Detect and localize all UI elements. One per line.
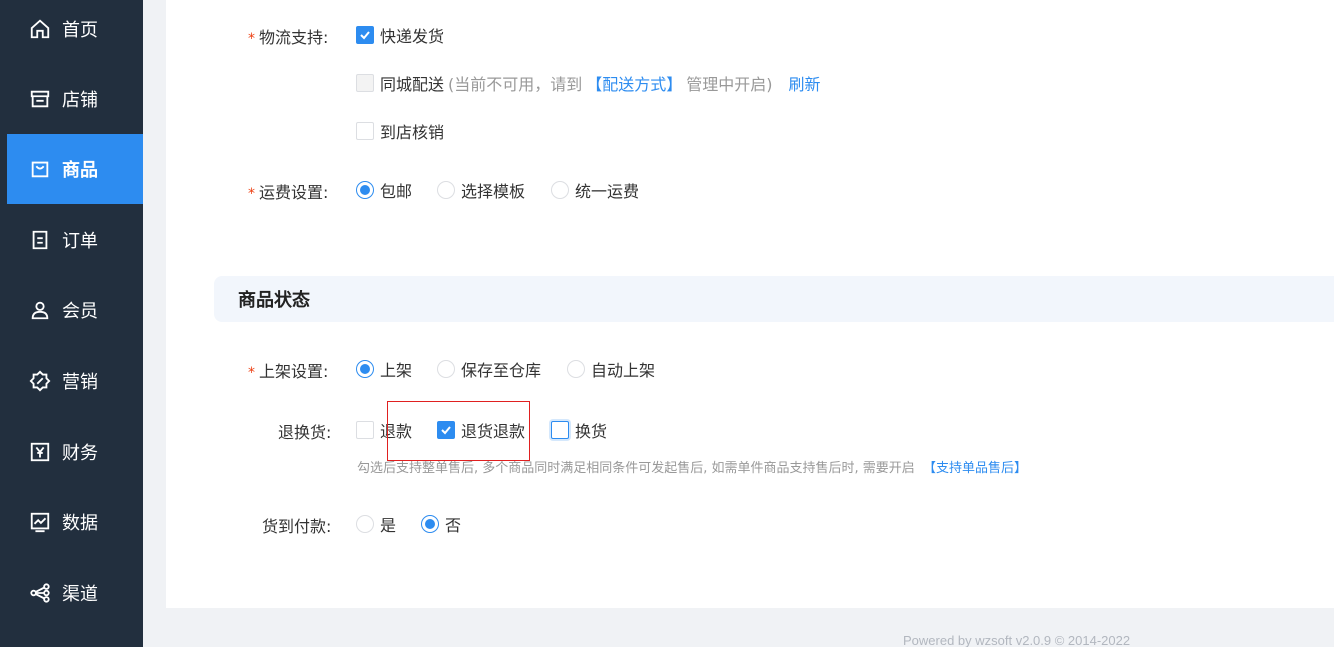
- listing-online-radio[interactable]: 上架: [356, 358, 412, 380]
- cod-no-radio[interactable]: 否: [421, 513, 461, 535]
- refund-checkbox[interactable]: 退款: [356, 419, 412, 441]
- shopping-bag-icon: [28, 157, 52, 181]
- sidebar-item-label: 商品: [62, 160, 98, 181]
- radio-checked-icon: [356, 181, 374, 199]
- sidebar-item-data[interactable]: 数据: [7, 487, 143, 557]
- sidebar-item-label: 订单: [62, 231, 98, 252]
- sidebar-item-members[interactable]: 会员: [7, 275, 143, 345]
- listing-auto-radio[interactable]: 自动上架: [567, 358, 655, 380]
- store-pickup-checkbox[interactable]: 到店核销: [356, 120, 444, 142]
- home-icon: [28, 17, 52, 41]
- store-icon: [28, 87, 52, 111]
- checkbox-checked-icon: [437, 421, 455, 439]
- sidebar-item-label: 渠道: [62, 584, 98, 605]
- radio-checked-icon: [356, 360, 374, 378]
- city-delivery-note-suffix: 管理中开启): [686, 75, 773, 94]
- returns-label: 退换货:: [278, 423, 332, 442]
- sidebar-item-products[interactable]: 商品: [7, 134, 143, 204]
- refresh-link[interactable]: 刷新: [789, 71, 821, 95]
- radio-unchecked-icon: [551, 181, 569, 199]
- listing-label: * 上架设置:: [248, 362, 329, 381]
- sidebar-item-label: 营销: [62, 372, 98, 393]
- sidebar-item-store[interactable]: 店铺: [7, 64, 143, 134]
- sidebar-item-label: 会员: [62, 301, 98, 322]
- sidebar-item-marketing[interactable]: 营销: [7, 346, 143, 416]
- shipping-free-radio[interactable]: 包邮: [356, 179, 412, 201]
- city-delivery-checkbox[interactable]: 同城配送 (当前不可用，请到 【配送方式】 管理中开启) 刷新: [356, 72, 821, 94]
- single-item-aftersale-link[interactable]: 【支持单品售后】: [923, 461, 1027, 476]
- cod-yes-radio[interactable]: 是: [356, 513, 396, 535]
- radio-checked-icon: [421, 515, 439, 533]
- user-icon: [28, 298, 52, 322]
- checkbox-unchecked-icon: [356, 122, 374, 140]
- shipping-label: * 运费设置:: [248, 183, 329, 202]
- sidebar-item-label: 财务: [62, 443, 98, 464]
- sidebar: 首页 店铺 商品 订单 会员 营销 财务 数据 渠道: [0, 0, 143, 647]
- exchange-checkbox[interactable]: 换货: [551, 419, 607, 441]
- marketing-icon: [28, 369, 52, 393]
- returns-hint: 勾选后支持整单售后, 多个商品同时满足相同条件可发起售后, 如需单件商品支持售后…: [357, 461, 1027, 476]
- yen-icon: [28, 440, 52, 464]
- delivery-method-link[interactable]: 【配送方式】: [586, 71, 682, 95]
- sidebar-item-label: 首页: [62, 20, 98, 41]
- radio-unchecked-icon: [356, 515, 374, 533]
- shipping-flat-radio[interactable]: 统一运费: [551, 179, 639, 201]
- return-refund-checkbox[interactable]: 退货退款: [437, 419, 525, 441]
- radio-unchecked-icon: [437, 181, 455, 199]
- radio-unchecked-icon: [567, 360, 585, 378]
- footer-copyright: Powered by wzsoft v2.0.9 © 2014-2022: [903, 633, 1131, 647]
- sidebar-item-finance[interactable]: 财务: [7, 417, 143, 487]
- listing-warehouse-radio[interactable]: 保存至仓库: [437, 358, 541, 380]
- chart-icon: [28, 510, 52, 534]
- cod-label: 货到付款:: [262, 517, 332, 536]
- checkbox-unchecked-icon: [551, 421, 569, 439]
- section-header-product-status: 商品状态: [214, 276, 1334, 322]
- radio-unchecked-icon: [437, 360, 455, 378]
- sidebar-item-label: 店铺: [62, 90, 98, 111]
- checkbox-checked-icon: [356, 26, 374, 44]
- checkbox-disabled-icon: [356, 74, 374, 92]
- checkbox-unchecked-icon: [356, 421, 374, 439]
- sidebar-item-label: 数据: [62, 513, 98, 534]
- express-delivery-checkbox[interactable]: 快递发货: [356, 24, 444, 46]
- city-delivery-note: (当前不可用，请到: [448, 75, 583, 94]
- shipping-template-radio[interactable]: 选择模板: [437, 179, 525, 201]
- sidebar-item-orders[interactable]: 订单: [7, 205, 143, 275]
- sidebar-item-home[interactable]: 首页: [7, 0, 143, 64]
- order-icon: [28, 228, 52, 252]
- share-icon: [28, 581, 52, 605]
- sidebar-item-channels[interactable]: 渠道: [7, 558, 143, 628]
- logistics-label: * 物流支持:: [248, 28, 329, 47]
